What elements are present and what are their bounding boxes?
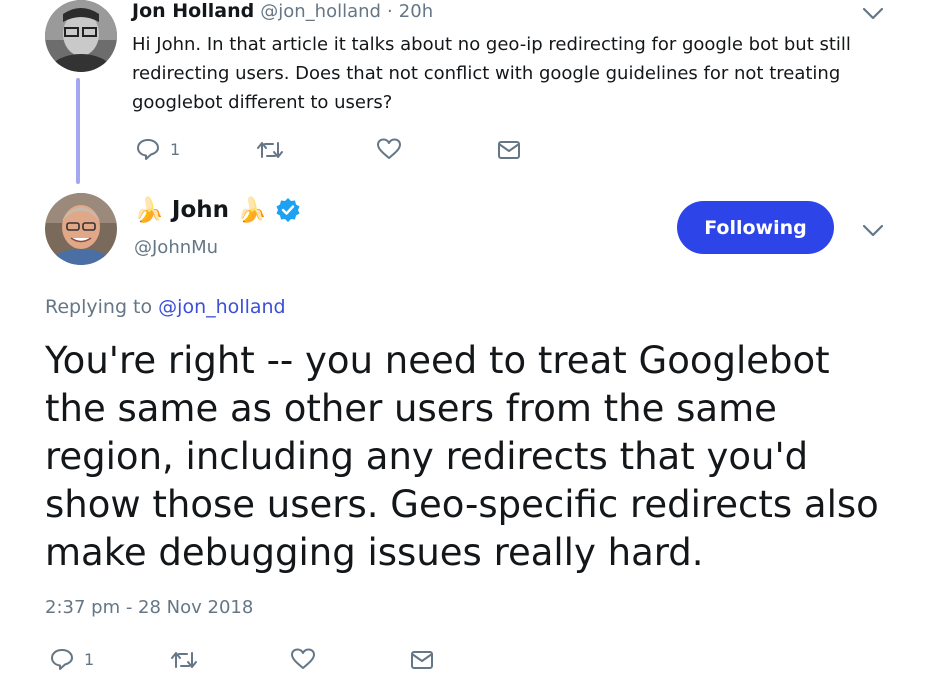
main-tweet-text: You're right -- you need to treat Google… xyxy=(45,339,879,574)
author-handle[interactable]: @JohnMu xyxy=(134,237,218,258)
author-handle[interactable]: @jon_holland xyxy=(260,1,381,22)
replying-prefix: Replying to xyxy=(45,296,153,318)
tweet-time[interactable]: 20h xyxy=(399,1,433,22)
replying-handle-link[interactable]: @jon_holland xyxy=(158,296,285,318)
thread-line xyxy=(76,78,80,184)
reply-count: 1 xyxy=(170,139,181,159)
like-button[interactable] xyxy=(290,648,316,670)
tweet-timestamp[interactable]: 2:37 pm - 28 Nov 2018 xyxy=(45,597,253,618)
banana-emoji-right: 🍌 xyxy=(237,196,267,224)
banana-emoji-left: 🍌 xyxy=(134,196,164,224)
retweet-icon xyxy=(257,142,283,158)
author-name[interactable]: John xyxy=(172,197,229,223)
message-button[interactable] xyxy=(410,650,434,670)
reply-count: 1 xyxy=(84,649,95,669)
chevron-down-icon[interactable] xyxy=(862,224,884,238)
reply-icon xyxy=(137,139,159,160)
parent-tweet-header: Jon Holland @jon_holland · 20h xyxy=(132,0,433,22)
avatar-johnmu[interactable] xyxy=(45,193,117,265)
heart-icon xyxy=(291,648,315,669)
envelope-icon xyxy=(498,141,520,159)
like-button[interactable] xyxy=(376,138,402,160)
retweet-icon xyxy=(171,652,197,668)
replying-to: Replying to @jon_holland xyxy=(45,296,286,318)
retweet-button[interactable] xyxy=(170,650,198,670)
reply-button[interactable]: 1 xyxy=(136,138,180,160)
message-button[interactable] xyxy=(497,140,521,160)
following-button[interactable]: Following xyxy=(677,201,834,254)
reply-button[interactable]: 1 xyxy=(50,648,94,670)
separator-dot: · xyxy=(387,1,393,22)
retweet-button[interactable] xyxy=(256,140,284,160)
avatar-jon-holland[interactable] xyxy=(45,0,117,72)
heart-icon xyxy=(377,138,401,159)
envelope-icon xyxy=(411,651,433,669)
verified-badge-icon xyxy=(276,198,300,222)
chevron-down-icon[interactable] xyxy=(862,7,884,21)
author-name[interactable]: Jon Holland xyxy=(132,0,254,22)
main-author-row[interactable]: 🍌 John 🍌 xyxy=(134,196,301,224)
reply-icon xyxy=(51,649,73,670)
parent-tweet-text: Hi John. In that article it talks about … xyxy=(132,34,851,113)
